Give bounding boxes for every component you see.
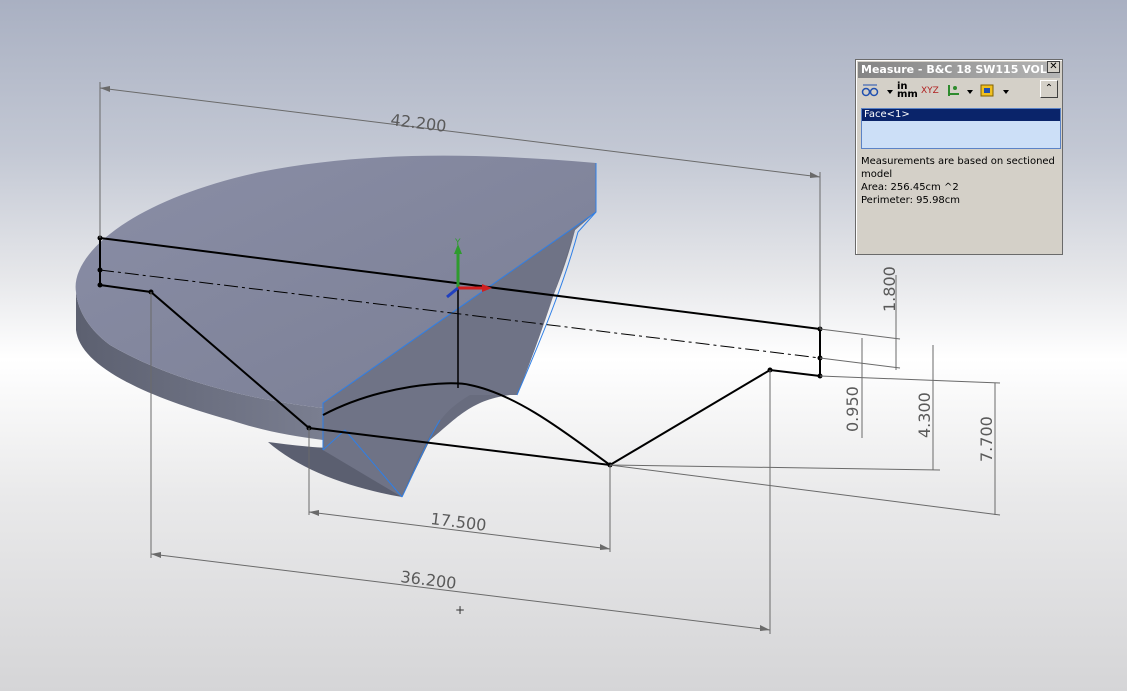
dim-17-500[interactable]: 17.500 [430, 509, 488, 535]
selection-list[interactable]: Face<1> [861, 108, 1061, 149]
measure-toolbar: in mm XYZ [859, 80, 1059, 102]
measure-history-icon[interactable] [979, 82, 995, 100]
units-icon[interactable]: in mm [897, 82, 918, 101]
axis-y-label: Y [454, 238, 461, 248]
chevron-down-icon[interactable] [1003, 90, 1009, 94]
measure-dialog[interactable]: Measure - B&C 18 SW115 VOL 1... ✕ in mm … [855, 59, 1063, 255]
point-to-point-icon[interactable] [945, 82, 961, 100]
chevron-down-icon[interactable] [887, 90, 893, 94]
dim-0-950[interactable]: 0.950 [843, 386, 862, 432]
results-area: Area: 256.45cm ^2 [861, 182, 959, 193]
close-button[interactable]: ✕ [1047, 61, 1060, 73]
crosshair-cursor-icon: + [455, 603, 466, 617]
measure-results: Measurements are based on sectioned mode… [861, 155, 1061, 207]
dim-36-200[interactable]: 36.200 [400, 567, 458, 593]
model-body[interactable] [75, 155, 597, 498]
dim-7-700[interactable]: 7.700 [977, 416, 996, 462]
results-perimeter: Perimeter: 95.98cm [861, 195, 961, 206]
measure-title[interactable]: Measure - B&C 18 SW115 VOL 1... [858, 62, 1060, 78]
dim-4-300[interactable]: 4.300 [915, 392, 934, 438]
arc-circle-measure-icon[interactable] [861, 82, 879, 100]
show-xyz-icon[interactable]: XYZ [921, 82, 939, 100]
chevron-down-icon[interactable] [967, 90, 973, 94]
dim-42-200[interactable]: 42.200 [390, 110, 448, 136]
results-note: Measurements are based on sectioned mode… [861, 156, 1055, 180]
selection-item[interactable]: Face<1> [862, 109, 1060, 121]
dim-1-800[interactable]: 1.800 [880, 266, 899, 312]
collapse-button[interactable]: ⌃ [1040, 80, 1058, 98]
